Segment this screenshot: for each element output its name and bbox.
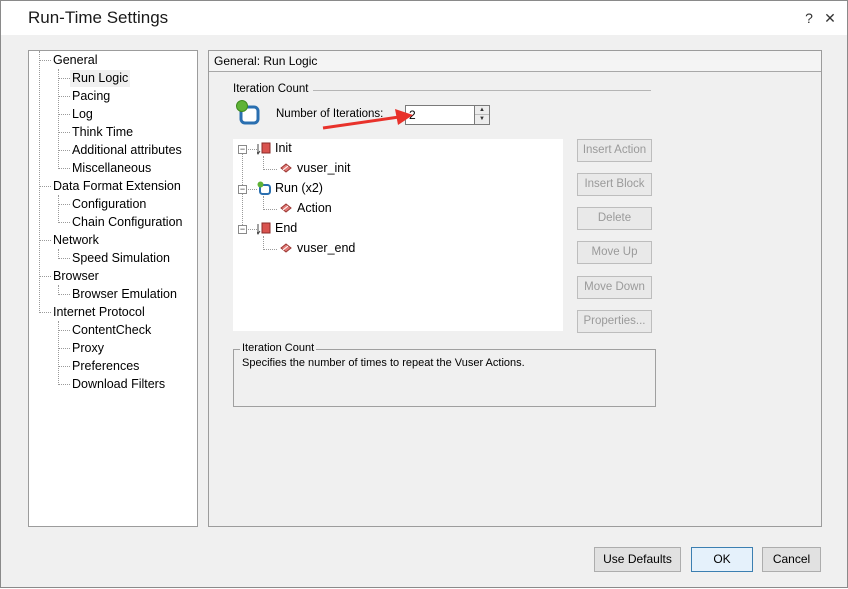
nav-item-miscellaneous[interactable]: Miscellaneous [72, 160, 151, 177]
tree-node-init[interactable]: Init [275, 140, 292, 156]
collapse-init-icon[interactable]: − [238, 145, 247, 154]
spin-up-icon[interactable]: ▲ [475, 106, 489, 115]
tree-node-run[interactable]: Run (x2) [275, 180, 323, 196]
nav-item-configuration[interactable]: Configuration [72, 196, 146, 213]
nav-item-internet-protocol[interactable]: Internet Protocol [53, 304, 145, 321]
description-text: Specifies the number of times to repeat … [242, 357, 525, 369]
tree-node-action[interactable]: Action [297, 200, 332, 216]
init-block-icon [257, 142, 271, 155]
delete-button[interactable]: Delete [577, 207, 652, 230]
iterations-label: Number of Iterations: [276, 108, 384, 120]
tree-node-end[interactable]: End [275, 220, 297, 236]
iterations-input[interactable] [405, 105, 475, 125]
nav-item-run-logic[interactable]: Run Logic [70, 70, 131, 87]
nav-item-general[interactable]: General [53, 52, 97, 69]
close-icon[interactable]: ✕ [823, 10, 837, 26]
nav-item-chain-configuration[interactable]: Chain Configuration [72, 214, 183, 231]
nav-item-data-format-extension[interactable]: Data Format Extension [53, 178, 181, 195]
iterations-spinner[interactable]: ▲ ▼ [474, 105, 490, 125]
nav-item-speed-simulation[interactable]: Speed Simulation [72, 250, 170, 267]
action-tree[interactable]: − Init vuser_init − Run (x2) Action − En… [233, 139, 563, 331]
nav-item-log[interactable]: Log [72, 106, 93, 123]
nav-item-browser-emulation[interactable]: Browser Emulation [72, 286, 177, 303]
iteration-loop-icon [236, 100, 260, 125]
nav-item-browser[interactable]: Browser [53, 268, 99, 285]
cancel-button[interactable]: Cancel [762, 547, 821, 572]
collapse-run-icon[interactable]: − [238, 185, 247, 194]
description-title: Iteration Count [240, 342, 317, 354]
properties-button[interactable]: Properties... [577, 310, 652, 333]
title-bar: Run-Time Settings ? ✕ [1, 1, 847, 35]
dialog-title: Run-Time Settings [28, 8, 169, 27]
iteration-count-group-label: Iteration Count [233, 83, 309, 95]
nav-item-network[interactable]: Network [53, 232, 99, 249]
nav-item-proxy[interactable]: Proxy [72, 340, 104, 357]
ok-button[interactable]: OK [691, 547, 753, 572]
settings-nav-tree: General Run Logic Pacing Log Think Time … [28, 50, 198, 527]
end-block-icon [257, 222, 271, 235]
insert-block-button[interactable]: Insert Block [577, 173, 652, 196]
nav-item-think-time[interactable]: Think Time [72, 124, 133, 141]
vuser-init-action-icon [280, 163, 292, 173]
run-logic-pane: General: Run Logic Iteration Count Numbe… [208, 50, 822, 527]
nav-item-pacing[interactable]: Pacing [72, 88, 110, 105]
pane-header: General: Run Logic [209, 51, 821, 72]
nav-item-download-filters[interactable]: Download Filters [72, 376, 165, 393]
run-loop-icon [257, 181, 271, 195]
use-defaults-button[interactable]: Use Defaults [594, 547, 681, 572]
tree-node-vuser-init[interactable]: vuser_init [297, 160, 351, 176]
nav-item-contentcheck[interactable]: ContentCheck [72, 322, 151, 339]
spin-down-icon[interactable]: ▼ [475, 115, 489, 124]
description-box: Iteration Count Specifies the number of … [233, 342, 656, 407]
nav-item-additional-attributes[interactable]: Additional attributes [72, 142, 182, 159]
move-up-button[interactable]: Move Up [577, 241, 652, 264]
run-time-settings-dialog: Run-Time Settings ? ✕ General Run Logic [0, 0, 848, 588]
help-icon[interactable]: ? [802, 10, 816, 26]
insert-action-button[interactable]: Insert Action [577, 139, 652, 162]
move-down-button[interactable]: Move Down [577, 276, 652, 299]
tree-node-vuser-end[interactable]: vuser_end [297, 240, 355, 256]
action-icon [280, 203, 292, 213]
vuser-end-action-icon [280, 243, 292, 253]
collapse-end-icon[interactable]: − [238, 225, 247, 234]
nav-item-preferences[interactable]: Preferences [72, 358, 139, 375]
